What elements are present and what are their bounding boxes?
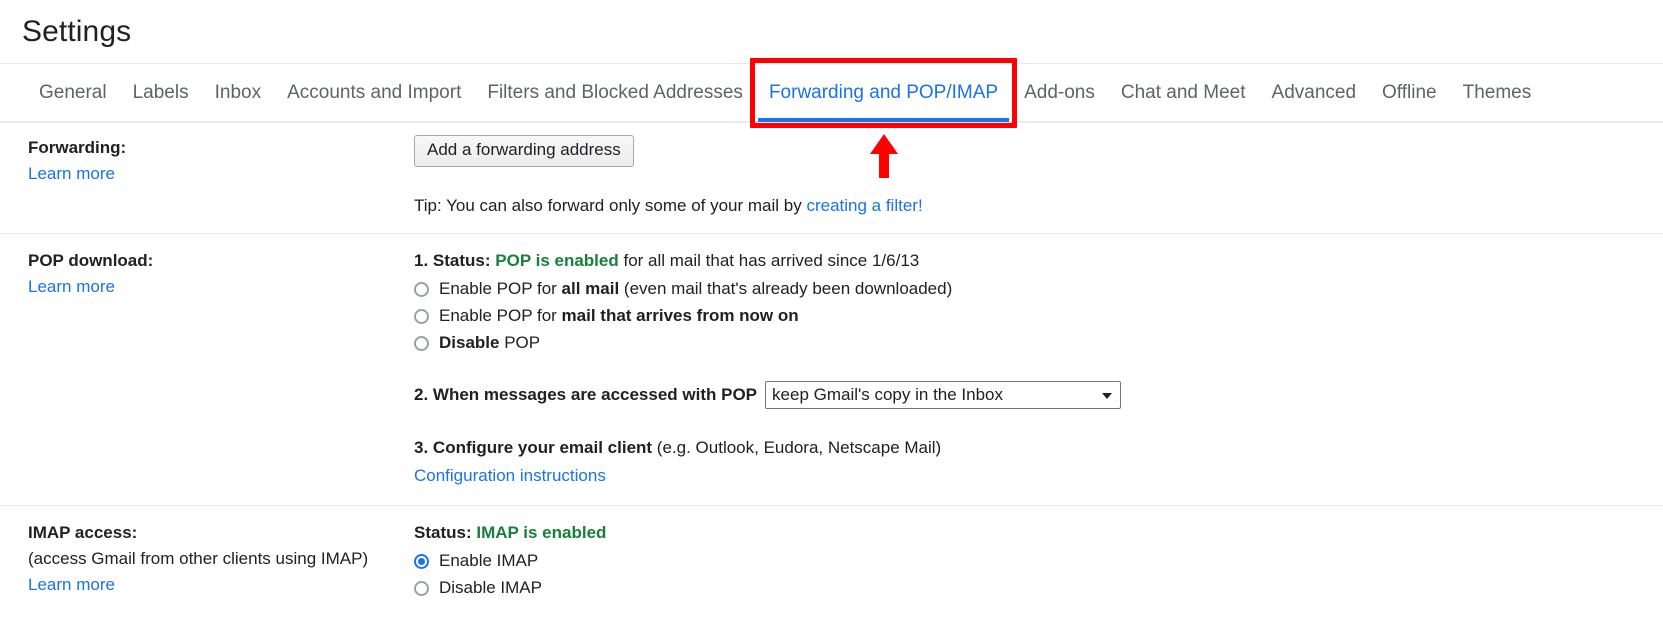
chevron-down-icon (1102, 393, 1113, 399)
pop-step2-number: 2. (414, 385, 429, 404)
radio-button-icon[interactable] (414, 335, 429, 351)
radio-button-icon[interactable] (414, 281, 429, 297)
pop-option-row[interactable]: Enable POP for mail that arrives from no… (414, 304, 1647, 328)
tab-label: Chat and Meet (1120, 81, 1246, 103)
tab-label: Forwarding and POP/IMAP (768, 81, 999, 103)
pop-option-suffix: POP (499, 333, 541, 352)
tab-label: Inbox (214, 81, 262, 103)
pop-option-suffix: (even mail that's already been downloade… (619, 279, 953, 298)
tab-labels[interactable]: Labels (120, 64, 202, 122)
radio-button-icon[interactable] (414, 308, 429, 324)
pop-option-label: Enable POP for mail that arrives from no… (439, 304, 799, 328)
settings-page: Settings General Labels Inbox Accounts and … (0, 0, 1663, 634)
forwarding-label-column: Forwarding: Learn more (0, 135, 414, 219)
section-imap-access: IMAP access: (access Gmail from other cl… (0, 505, 1663, 614)
imap-option-label: Disable IMAP (439, 578, 542, 597)
imap-option-row[interactable]: Disable IMAP (414, 576, 1647, 600)
creating-a-filter-link[interactable]: creating a filter! (806, 196, 922, 215)
pop-step3-row: 3. Configure your email client (e.g. Out… (414, 435, 1647, 461)
imap-learn-more-link[interactable]: Learn more (28, 572, 414, 598)
forwarding-tip: Tip: You can also forward only some of y… (414, 193, 1647, 219)
tab-label: Themes (1462, 81, 1532, 103)
pop-option-bold: all mail (561, 279, 620, 298)
settings-tab-bar: General Labels Inbox Accounts and Import Fil… (0, 64, 1663, 122)
imap-option-row[interactable]: Enable IMAP (414, 549, 1647, 573)
pop-status-number: 1. (414, 251, 429, 270)
tab-advanced[interactable]: Advanced (1259, 64, 1370, 122)
radio-button-icon[interactable] (414, 580, 429, 596)
pop-option-row[interactable]: Disable POP (414, 331, 1647, 355)
tab-chat-and-meet[interactable]: Chat and Meet (1108, 64, 1259, 122)
imap-status-row: Status: IMAP is enabled (414, 520, 1647, 546)
tab-themes[interactable]: Themes (1450, 64, 1545, 122)
pop-status-row: 1. Status: POP is enabled for all mail t… (414, 248, 1647, 274)
pop-option-label: Disable POP (439, 331, 540, 355)
pop-step2-row: 2. When messages are accessed with POP k… (414, 381, 1647, 409)
radio-button-icon[interactable] (414, 553, 429, 569)
imap-label: IMAP access: (28, 523, 138, 542)
tab-forwarding-and-pop-imap[interactable]: Forwarding and POP/IMAP (756, 64, 1011, 122)
tab-filters-and-blocked-addresses[interactable]: Filters and Blocked Addresses (474, 64, 756, 122)
pop-step3-number: 3. (414, 438, 429, 457)
imap-status-value: IMAP is enabled (476, 523, 607, 542)
tab-offline[interactable]: Offline (1369, 64, 1450, 122)
pop-option-label: Enable POP for all mail (even mail that'… (439, 277, 952, 301)
tab-label: Accounts and Import (287, 81, 462, 103)
pop-learn-more-link[interactable]: Learn more (28, 274, 414, 300)
tab-label: Offline (1382, 81, 1437, 103)
tab-label: Add-ons (1024, 81, 1095, 103)
tab-label: Filters and Blocked Addresses (487, 81, 743, 103)
add-forwarding-address-button[interactable]: Add a forwarding address (414, 135, 634, 167)
pop-step3-label: Configure your email client (432, 438, 653, 457)
pop-access-select-value: keep Gmail's copy in the Inbox (772, 385, 1004, 404)
forwarding-label: Forwarding: (28, 138, 127, 157)
pop-status-value: POP is enabled (495, 251, 619, 270)
pop-option-bold: mail that arrives from now on (561, 306, 799, 325)
pop-option-row[interactable]: Enable POP for all mail (even mail that'… (414, 277, 1647, 301)
tab-accounts-and-import[interactable]: Accounts and Import (274, 64, 474, 122)
pop-option-bold: Disable (439, 333, 500, 352)
forwarding-tip-text: Tip: You can also forward only some of y… (414, 196, 807, 215)
tab-inbox[interactable]: Inbox (202, 64, 274, 122)
imap-option-label: Enable IMAP (439, 551, 539, 570)
forwarding-learn-more-link[interactable]: Learn more (28, 161, 414, 187)
imap-sublabel: (access Gmail from other clients using I… (28, 549, 369, 568)
configuration-instructions-link[interactable]: Configuration instructions (414, 463, 1647, 489)
pop-option-prefix: Enable POP for (439, 279, 562, 298)
pop-label: POP download: (28, 251, 154, 270)
forwarding-body: Add a forwarding address Tip: You can al… (414, 135, 1663, 219)
pop-status-suffix: for all mail that has arrived since 1/6/… (618, 251, 920, 270)
pop-status-label: Status: (432, 251, 491, 270)
pop-option-prefix: Enable POP for (439, 306, 562, 325)
imap-status-label: Status: (414, 523, 472, 542)
imap-label-column: IMAP access: (access Gmail from other cl… (0, 520, 414, 600)
pop-body: 1. Status: POP is enabled for all mail t… (414, 248, 1663, 489)
imap-options-group: Enable IMAP Disable IMAP (414, 549, 1647, 600)
pop-access-select[interactable]: keep Gmail's copy in the Inbox (765, 381, 1122, 409)
tab-label: Labels (132, 81, 189, 103)
tab-general[interactable]: General (26, 64, 120, 122)
tab-add-ons[interactable]: Add-ons (1011, 64, 1108, 122)
page-title: Settings (22, 14, 132, 48)
pop-options-group: Enable POP for all mail (even mail that'… (414, 277, 1647, 355)
settings-header: Settings (0, 0, 1663, 64)
pop-step3-suffix: (e.g. Outlook, Eudora, Netscape Mail) (652, 438, 942, 457)
section-pop-download: POP download: Learn more 1. Status: POP … (0, 233, 1663, 505)
tab-label: Advanced (1271, 81, 1357, 103)
tab-label: General (39, 81, 107, 103)
pop-step2-label: When messages are accessed with POP (432, 385, 758, 404)
imap-body: Status: IMAP is enabled Enable IMAP Disab… (414, 520, 1663, 600)
section-forwarding: Forwarding: Learn more Add a forwarding … (0, 122, 1663, 233)
pop-label-column: POP download: Learn more (0, 248, 414, 489)
